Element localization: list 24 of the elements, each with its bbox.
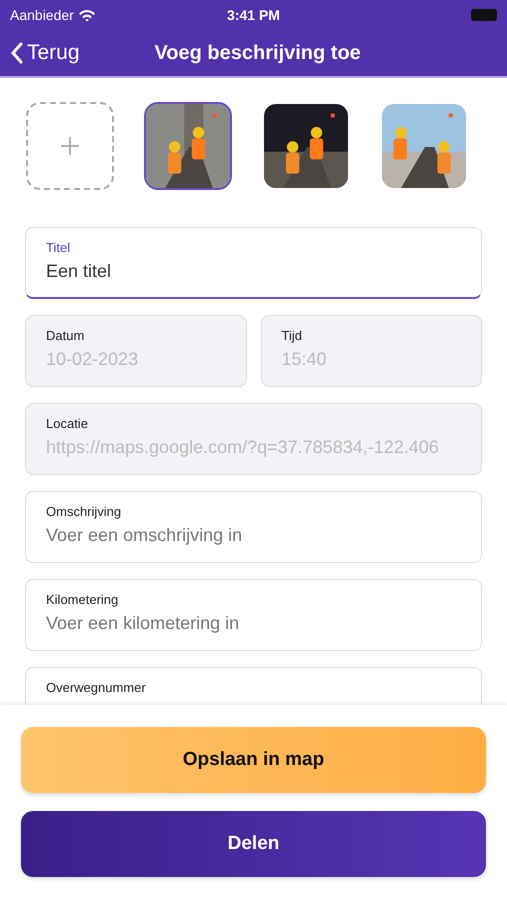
screen-title: Voeg beschrijving toe — [154, 42, 361, 64]
field-label: Locatie — [46, 416, 89, 431]
battery-icon — [471, 9, 497, 21]
field-label: Overwegnummer — [46, 680, 147, 695]
input-field[interactable]: Omschrijving Voer een omschrijving in — [25, 491, 482, 563]
status-time: 3:41 PM — [227, 7, 280, 23]
field-label: Omschrijving — [46, 504, 122, 519]
share-button[interactable]: Delen — [21, 811, 486, 877]
field-label: Tijd — [282, 328, 303, 343]
input-field[interactable]: Overwegnummer — [25, 667, 482, 705]
save-button[interactable]: Opslaan in map — [21, 727, 486, 793]
plus-icon — [61, 137, 79, 155]
back-button[interactable]: Terug — [10, 41, 80, 65]
carrier-name: Aanbieder — [10, 7, 74, 23]
back-icon — [10, 42, 23, 64]
input-field[interactable]: Titel Een titel — [25, 227, 482, 299]
text-input[interactable]: Voer een omschrijving in — [46, 525, 461, 546]
field-label: Datum — [46, 328, 86, 343]
text-input[interactable]: Een titel — [46, 261, 461, 282]
field-label: Kilometering — [46, 592, 120, 607]
wifi-icon — [78, 8, 96, 22]
text-input[interactable]: Voer een kilometering in — [46, 613, 461, 634]
input-field[interactable]: Kilometering Voer een kilometering in — [25, 579, 482, 651]
field-label: Titel — [46, 240, 72, 255]
